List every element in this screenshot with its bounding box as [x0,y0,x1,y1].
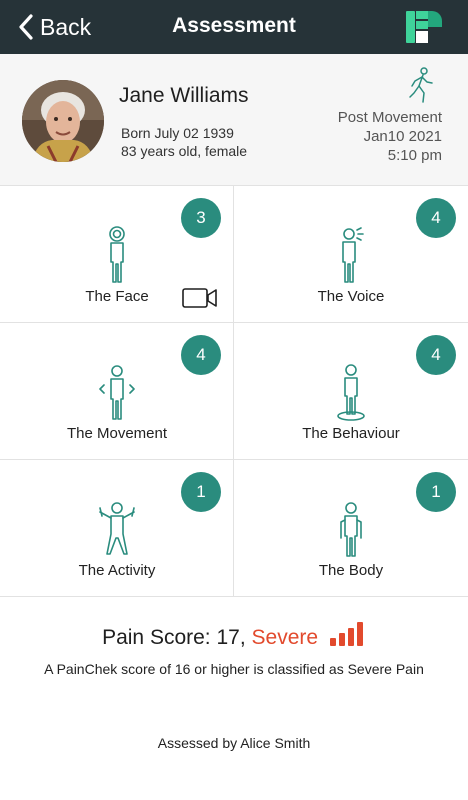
assessed-by: Assessed by Alice Smith [157,735,311,751]
domain-label: The Body [318,562,384,579]
domain-face-card[interactable]: 3 The Face [0,186,234,323]
movement-person-icon [99,365,135,420]
assessment-type: Post Movement [337,109,442,126]
patient-birthdate: Born July 02 1939 [121,125,234,141]
voice-person-icon [342,227,364,283]
domain-score-badge: 4 [416,198,456,238]
avatar [22,80,104,162]
video-camera-icon[interactable] [182,287,218,309]
domain-movement-card[interactable]: 4 The Movement [0,323,234,460]
assessment-time: 5:10 pm [387,147,442,164]
patient-name: Jane Williams [119,84,249,107]
domain-score-badge: 1 [416,472,456,512]
pain-severity: Severe [251,626,319,649]
body-person-icon [340,502,362,557]
activity-person-icon [99,502,135,555]
domain-grid: 3 The Face 4 The Voice 4 The Movement 4 … [0,186,468,598]
domain-label: The Voice [317,288,385,305]
painchek-logo-icon[interactable] [404,9,444,45]
domain-voice-card[interactable]: 4 The Voice [234,186,468,323]
behaviour-person-icon [337,364,365,421]
chevron-left-icon [19,14,33,40]
back-label: Back [40,13,92,40]
score-explanation: A PainChek score of 16 or higher is clas… [44,661,424,677]
domain-behaviour-card[interactable]: 4 The Behaviour [234,323,468,460]
pain-score-label: Pain Score: 17, [102,626,246,649]
walking-person-icon [409,67,433,103]
assessment-date: Jan10 2021 [363,128,442,145]
domain-label: The Movement [66,425,168,442]
domain-activity-card[interactable]: 1 The Activity [0,460,234,597]
nav-bar: Back Assessment [0,0,468,54]
severity-bars-icon [329,622,363,646]
domain-label: The Behaviour [302,425,400,442]
domain-label: The Activity [78,562,156,579]
patient-header: Jane Williams Born July 02 1939 83 years… [0,54,468,186]
patient-age-sex: 83 years old, female [121,143,248,159]
domain-score-badge: 4 [416,335,456,375]
face-person-icon [109,226,125,283]
domain-score-badge: 3 [181,198,221,238]
domain-score-badge: 4 [181,335,221,375]
domain-score-badge: 1 [181,472,221,512]
back-button[interactable]: Back [18,10,91,44]
domain-body-card[interactable]: 1 The Body [234,460,468,597]
pain-score: Pain Score: 17, Severe [0,622,468,650]
